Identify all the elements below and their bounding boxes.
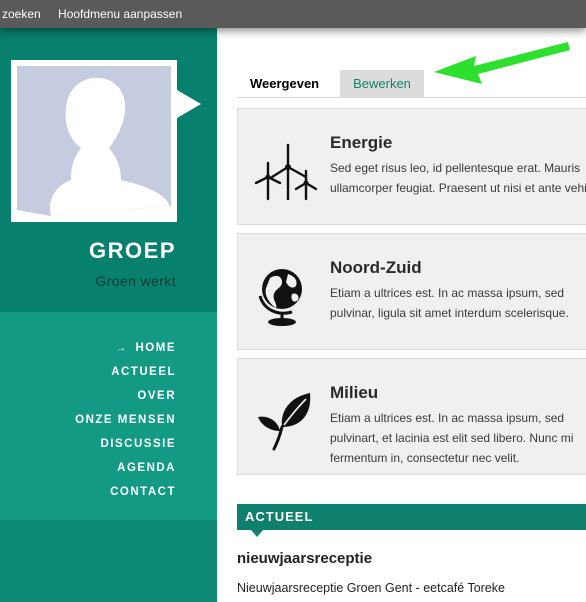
card-text: Etiam a ultrices est. In ac massa ipsum,… [330, 411, 574, 465]
news-item-title[interactable]: nieuwjaarsreceptie [237, 550, 372, 567]
nav-item-agenda[interactable]: AGENDA [75, 456, 176, 480]
section-heading: ACTUEEL [245, 509, 314, 524]
tab-edit[interactable]: Bewerken [340, 70, 424, 98]
nav-item-onze-mensen[interactable]: ONZE MENSEN [75, 408, 176, 432]
main-nav: → HOME ACTUEEL OVER ONZE MENSEN DISCUSSIE… [75, 336, 176, 504]
feature-card-noord-zuid[interactable]: Noord-Zuid Etiam a ultrices est. In ac m… [237, 233, 586, 350]
arrow-right-icon: → [116, 343, 128, 354]
nav-item-actueel[interactable]: ACTUEEL [75, 360, 176, 384]
feature-card-energie[interactable]: Energie Sed eget risus leo, id pellentes… [237, 108, 586, 225]
tab-view[interactable]: Weergeven [250, 70, 319, 98]
nav-item-home[interactable]: → HOME [75, 336, 176, 360]
card-title: Noord-Zuid [330, 258, 422, 277]
group-name: GROEP [89, 238, 176, 263]
card-title: Milieu [330, 383, 379, 402]
actueel-section-header: ACTUEEL [237, 504, 586, 537]
avatar[interactable] [11, 60, 177, 222]
card-text: Sed eget risus leo, id pellentesque erat… [330, 161, 586, 195]
nav-item-discussie[interactable]: DISCUSSIE [75, 432, 176, 456]
group-subtitle: Groen werkt [95, 273, 176, 289]
admin-toolbar: zoeken Hoofdmenu aanpassen [0, 0, 586, 28]
heading-notch [251, 530, 263, 537]
feature-card-milieu[interactable]: Milieu Etiam a ultrices est. In ac massa… [237, 358, 586, 475]
nav-item-over[interactable]: OVER [75, 384, 176, 408]
news-item-text: Nieuwjaarsreceptie Groen Gent - eetcafé … [237, 581, 505, 595]
toolbar-search-link[interactable]: zoeken [2, 0, 41, 28]
card-text: Etiam a ultrices est. In ac massa ipsum,… [330, 286, 569, 320]
card-title: Energie [330, 133, 393, 152]
avatar-pointer [177, 90, 201, 118]
globe-icon [258, 269, 302, 326]
nav-item-contact[interactable]: CONTACT [75, 480, 176, 504]
sidebar: GROEP Groen werkt → HOME ACTUEEL OVER ONZ… [0, 28, 217, 602]
annotation-arrow-icon [434, 42, 570, 84]
toolbar-menu-link[interactable]: Hoofdmenu aanpassen [58, 0, 182, 28]
leaf-icon [258, 393, 311, 451]
wind-turbine-icon [254, 143, 318, 201]
